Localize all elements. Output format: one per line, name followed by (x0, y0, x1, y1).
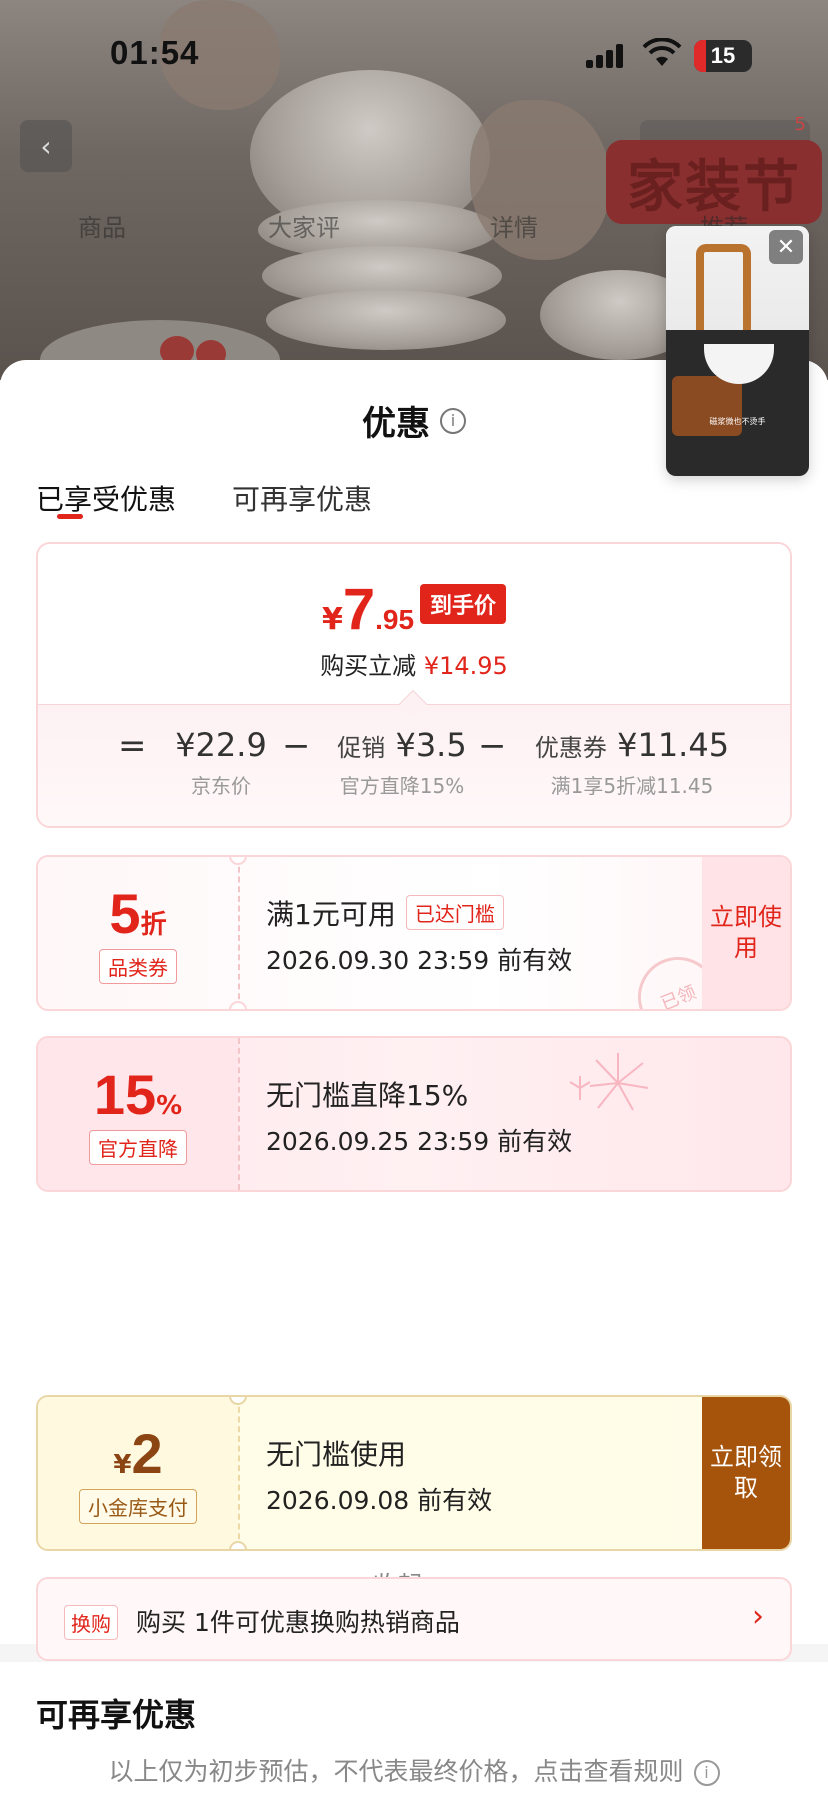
price-summary-card: ¥7.95 到手价 购买立减 ¥14.95 = ¥22.9 京东价 − 促销 ¥3… (36, 542, 792, 828)
category-coupon: 5折 品类券 满1元可用 已达门槛 2026.09.30 23:59 前有效 已领… (36, 855, 792, 1011)
final-price: ¥7.95 到手价 (38, 576, 790, 643)
video-caption: 磁浆微也不烫手 (709, 417, 766, 426)
active-tab-indicator (57, 514, 83, 519)
coupon-expiry: 2026.09.25 23:59 前有效 (266, 1127, 573, 1156)
tab-product[interactable]: 商品 (78, 208, 126, 243)
status-bar: 01:54 15 (0, 0, 828, 110)
coupon-title: 无门槛使用 (266, 1438, 407, 1471)
floating-video-player[interactable]: 磁浆微也不烫手 ✕ (666, 226, 809, 476)
more-discounts-title: 可再享优惠 (36, 1696, 197, 1734)
cellular-signal-icon (586, 44, 626, 68)
claim-now-button[interactable]: 立即领取 (702, 1397, 790, 1549)
use-now-button[interactable]: 立即使用 (702, 857, 790, 1009)
tab-reviews[interactable]: 大家评 (268, 208, 340, 243)
status-time: 01:54 (110, 34, 200, 71)
cutting-board-image (672, 376, 742, 436)
swap-offer-row[interactable]: 换购 购买 1件可优惠换购热销商品 › (36, 1577, 792, 1661)
instant-saving: 购买立减 ¥14.95 (320, 652, 508, 680)
wifi-icon (642, 38, 682, 66)
chair-image (696, 244, 751, 340)
vault-coupon: ¥2 小金库支付 无门槛使用 2026.09.08 前有效 立即领取 (36, 1395, 792, 1551)
coupon-type-chip: 品类券 (99, 949, 177, 984)
coupon-title: 无门槛直降15% (266, 1079, 469, 1112)
info-icon[interactable]: i (693, 1760, 720, 1786)
coupon-type-chip: 官方直降 (89, 1130, 187, 1165)
chevron-right-icon: › (752, 1599, 764, 1634)
battery-level: 15 (710, 43, 736, 68)
coupon-item: 优惠券 ¥11.45 满1享5折减11.45 (534, 726, 730, 798)
coupon-expiry: 2026.09.08 前有效 (266, 1486, 493, 1515)
bowl-image (266, 290, 506, 350)
final-price-tag: 到手价 (420, 584, 507, 624)
close-icon[interactable]: ✕ (769, 230, 803, 264)
jd-price-item: ¥22.9 京东价 (175, 726, 267, 798)
coupon-type-chip: 小金库支付 (79, 1489, 197, 1524)
official-discount-coupon: 15% 官方直降 无门槛直降15% 2026.09.25 23:59 前有效 (36, 1036, 792, 1192)
tab-more-discounts[interactable]: 可再享优惠 (232, 478, 372, 518)
promotion-item: 促销 ¥3.5 官方直降15% (337, 726, 467, 798)
swap-tag: 换购 (64, 1605, 118, 1640)
discount-sheet: 优惠 i 已享受优惠 可再享优惠 ¥7.95 到手价 购买立减 ¥14.95 = ¥… (0, 360, 828, 1795)
back-button[interactable]: ‹ (20, 120, 72, 172)
firework-decoration-icon (569, 1053, 649, 1111)
swap-text: 购买 1件可优惠换购热销商品 (136, 1608, 460, 1637)
rules-footnote[interactable]: 以上仅为初步预估，不代表最终价格，点击查看规则 i (0, 1752, 828, 1788)
threshold-reached-badge: 已达门槛 (405, 895, 504, 930)
tab-enjoyed-discounts[interactable]: 已享受优惠 (36, 478, 176, 518)
battery-icon: 15 (694, 40, 752, 72)
cart-count-badge: 5 (794, 114, 806, 135)
info-icon[interactable]: i (440, 407, 466, 434)
tab-details[interactable]: 详情 (490, 208, 538, 243)
coupon-expiry: 2026.09.30 23:59 前有效 (266, 946, 573, 975)
